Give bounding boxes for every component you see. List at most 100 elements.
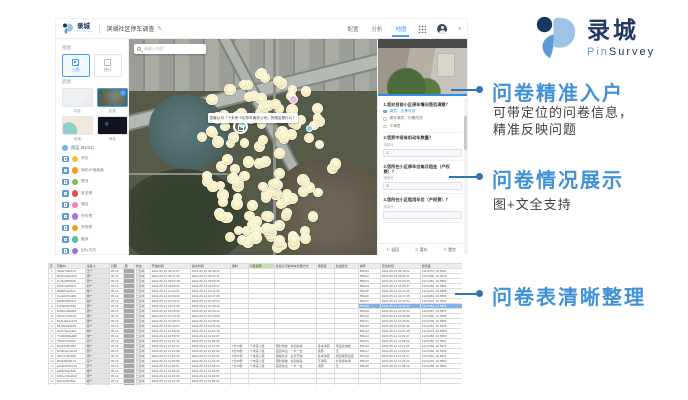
survey-marker[interactable] [288,233,300,245]
table-row[interactable]: 20a218e5c9b746罗**05-12已完成2021-05-12 11:3… [49,364,463,369]
survey-marker[interactable] [315,140,324,149]
app-logo[interactable]: 录城 PinSurvey [62,23,93,35]
table-row[interactable]: 178c39b4e7d210何**05-12已完成2021-05-12 11:1… [49,349,463,354]
basemap-1[interactable]: ✓影像 [97,88,128,113]
answer-input[interactable] [383,211,462,219]
cell[interactable]: 05-12 [110,384,124,386]
basemap-3[interactable]: 暗色 [97,116,128,141]
cell[interactable] [231,384,249,386]
survey-marker[interactable] [301,86,312,97]
survey-marker[interactable] [212,136,224,148]
layer-item-3[interactable]: 安全感 [62,188,122,200]
table-row[interactable]: 1684d1f6a8c352林**05-12已完成2021-05-12 11:0… [49,344,463,349]
layer-color-dot [72,248,79,255]
layer-item-4[interactable]: 噪音 [62,199,122,211]
table-row[interactable]: 199b62d8a3f174马**05-12已完成2021-05-12 11:2… [49,359,463,364]
brand-name-en: PinSurvey [587,46,655,58]
chevron-down-icon[interactable]: ▾ [458,26,461,32]
layer-item-6[interactable]: 充电桩 [62,222,122,234]
cell[interactable] [249,384,275,386]
panel-button-0[interactable]: ↻返回 [386,247,399,253]
cell[interactable]: c46d92b5f7e1 [56,384,86,386]
mode-icon [72,59,79,66]
survey-marker[interactable] [258,135,268,145]
question-1: 1.您对目前小区停车情况是否满意？满意，无需改进基本满意，仍需改进不满意 [383,99,462,133]
basemap-2[interactable]: 街道 [62,116,93,141]
view-mode-0[interactable]: 分类 [62,54,90,77]
cell[interactable] [359,384,381,386]
answer-input[interactable]: 1 [383,149,462,157]
survey-marker[interactable] [270,99,281,110]
panel-button-2[interactable]: ✎提交 [443,247,456,253]
cell[interactable] [124,384,135,386]
cell[interactable]: 24 [49,384,56,386]
cell[interactable] [317,384,335,386]
survey-marker[interactable] [281,194,292,205]
survey-marker[interactable] [282,208,292,218]
cell[interactable]: 2021-05-12 11:53:14 [151,384,191,386]
table-row[interactable]: 1893a7c1f5e486郭**05-12已完成2021-05-12 11:1… [49,354,463,359]
layer-item-8[interactable]: 出行方式 [62,245,122,255]
layer-item-1[interactable]: 绿化环境满意 [62,165,122,177]
survey-marker[interactable] [258,182,268,192]
map-canvas[interactable]: 请输入内容 您最认可「个未来小区停车服务公司」的理由是什么？ [129,39,378,255]
selected-point-ring-icon[interactable] [233,119,248,134]
cell[interactable]: 谢** [86,384,110,386]
survey-marker[interactable] [220,122,230,132]
cell[interactable] [421,384,463,386]
survey-marker[interactable] [240,138,250,148]
survey-marker[interactable] [239,171,249,181]
avatar[interactable] [437,24,447,34]
survey-marker[interactable] [260,156,271,167]
pink-marker[interactable] [289,95,298,104]
survey-marker[interactable] [250,232,262,244]
survey-marker[interactable] [312,103,323,114]
nav-item-2[interactable]: 地图 [394,21,407,37]
survey-marker[interactable] [273,76,283,86]
table-row[interactable]: 24c46d92b5f7e1谢**05-12 已完成2021-05-12 11:5… [49,384,463,386]
layer-item-2[interactable]: 物业 [62,176,122,188]
teal-marker[interactable] [306,125,313,132]
survey-marker[interactable] [330,158,342,170]
survey-marker[interactable] [271,178,281,188]
survey-marker[interactable] [206,94,218,106]
survey-marker[interactable] [228,132,238,142]
answer-input[interactable]: 0 [383,182,462,190]
survey-photo[interactable] [378,39,467,96]
survey-marker[interactable] [249,91,259,101]
survey-marker[interactable] [300,233,310,243]
cell[interactable] [381,384,421,386]
apps-grid-icon[interactable] [418,25,426,33]
layers-header[interactable]: – 图层 (91/14) [62,145,122,151]
map-search-bar[interactable]: 请输入内容 [134,44,206,54]
basemap-0[interactable]: 标准 [62,88,93,113]
radio-option[interactable]: 不满意 [383,124,462,129]
survey-marker[interactable] [224,84,235,95]
nav-item-0[interactable]: 配置 [346,21,359,37]
layer-item-7[interactable]: 健身 [62,234,122,246]
cell[interactable]: 2021-05-12 12:00:46 [191,384,231,386]
view-mode-1[interactable]: 统计 [94,54,122,77]
survey-marker[interactable] [207,181,219,193]
edit-title-icon[interactable]: ✎ [157,26,162,32]
survey-marker[interactable] [260,73,270,83]
survey-marker[interactable] [274,148,285,159]
cell[interactable]: 已完成 [135,384,151,386]
survey-marker[interactable] [261,193,271,203]
radio-option[interactable]: 基本满意，仍需改进 [383,116,462,121]
layers-collapse-icon[interactable]: – [62,145,68,151]
nav-item-1[interactable]: 分析 [370,21,383,37]
layer-item-5[interactable]: 停车费 [62,211,122,223]
survey-marker[interactable] [218,197,228,207]
survey-marker[interactable] [308,211,319,222]
cell[interactable] [275,384,317,386]
radio-option[interactable]: 满意，无需改进 [383,109,462,114]
survey-marker[interactable] [304,133,315,144]
panel-button-1[interactable]: ⊙暂存 [415,247,428,253]
layer-item-0[interactable]: 车位 [62,153,122,165]
survey-marker[interactable] [243,156,255,168]
survey-marker[interactable] [260,101,270,111]
survey-marker[interactable] [247,200,258,211]
survey-marker[interactable] [222,154,233,165]
cell[interactable] [335,384,359,386]
